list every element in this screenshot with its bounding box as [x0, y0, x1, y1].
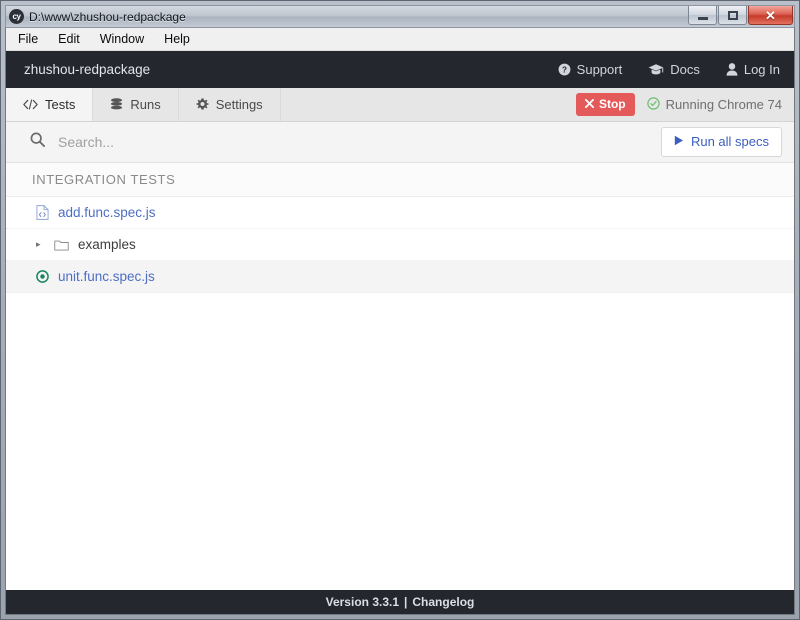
header-nav: ? Support Docs Log In: [558, 62, 780, 77]
stop-button-label: Stop: [598, 97, 626, 111]
spec-row-add-func[interactable]: add.func.spec.js: [6, 197, 794, 229]
app-footer: Version 3.3.1 | Changelog: [6, 590, 794, 614]
browser-status[interactable]: Running Chrome 74: [646, 96, 782, 113]
maximize-icon: [727, 10, 738, 20]
app-header: zhushou-redpackage ? Support Docs Log In: [6, 51, 794, 88]
question-circle-icon: ?: [558, 63, 571, 76]
file-code-icon: [36, 205, 49, 220]
search-icon: [30, 132, 45, 152]
user-icon: [726, 63, 738, 76]
menu-bar: File Edit Window Help: [6, 28, 794, 51]
browser-status-label: Running Chrome 74: [665, 97, 782, 112]
tab-runs[interactable]: Runs: [93, 88, 179, 121]
play-icon: [674, 134, 684, 149]
graduation-cap-icon: [648, 63, 664, 76]
running-dot-icon: [36, 270, 49, 283]
chevron-right-icon[interactable]: ▸: [36, 240, 45, 249]
window-titlebar[interactable]: cy D:\www\zhushou-redpackage ✕: [5, 5, 795, 27]
app-root: cy D:\www\zhushou-redpackage ✕ File Edit: [0, 0, 800, 620]
menu-item-window[interactable]: Window: [95, 30, 153, 49]
spec-row-label: add.func.spec.js: [58, 205, 156, 220]
spec-row-unit-func[interactable]: unit.func.spec.js: [6, 261, 794, 293]
tab-label: Settings: [215, 97, 263, 112]
spec-toolbar: Run all specs: [6, 122, 794, 163]
header-link-label: Support: [576, 62, 623, 77]
code-icon: [23, 99, 38, 110]
tab-settings[interactable]: Settings: [179, 88, 281, 121]
gear-icon: [196, 98, 209, 111]
menu-item-help[interactable]: Help: [159, 30, 199, 49]
svg-text:?: ?: [562, 65, 567, 74]
minimize-icon: [697, 16, 708, 20]
close-icon: [584, 97, 594, 111]
close-button[interactable]: ✕: [748, 6, 793, 25]
tab-label: Runs: [130, 97, 161, 112]
tab-tests[interactable]: Tests: [6, 88, 94, 121]
check-circle-icon: [646, 96, 660, 113]
spec-row-label: unit.func.spec.js: [58, 269, 155, 284]
menu-item-edit[interactable]: Edit: [53, 30, 89, 49]
cypress-logo-icon: cy: [9, 9, 24, 24]
close-icon: ✕: [765, 7, 776, 23]
os-window: cy D:\www\zhushou-redpackage ✕ File Edit: [0, 0, 800, 620]
spec-row-label: examples: [78, 237, 136, 252]
minimize-button[interactable]: [688, 6, 717, 25]
window-controls: ✕: [688, 6, 793, 25]
spec-row-examples-folder[interactable]: ▸ examples: [6, 229, 794, 261]
project-name: zhushou-redpackage: [24, 62, 151, 77]
window-title: D:\www\zhushou-redpackage: [29, 9, 186, 24]
run-controls: Stop Running Chrome 74: [575, 88, 782, 121]
run-all-specs-label: Run all specs: [690, 134, 769, 149]
search-input[interactable]: [56, 133, 420, 151]
changelog-link[interactable]: Changelog: [412, 595, 474, 609]
header-link-label: Log In: [743, 62, 780, 77]
spec-list: INTEGRATION TESTS add.func.spec.js ▸ exa…: [6, 163, 794, 590]
folder-icon: [54, 239, 69, 251]
header-link-label: Docs: [670, 62, 700, 77]
header-link-docs[interactable]: Docs: [648, 62, 700, 77]
footer-separator: |: [404, 595, 408, 609]
run-all-specs-button[interactable]: Run all specs: [660, 127, 782, 157]
spec-group-header: INTEGRATION TESTS: [6, 163, 794, 197]
tab-list: Tests Runs Settings: [6, 88, 281, 121]
window-client-area: File Edit Window Help zhushou-redpackage…: [5, 27, 795, 615]
database-icon: [110, 98, 123, 111]
menu-item-file[interactable]: File: [13, 30, 47, 49]
header-link-support[interactable]: ? Support: [558, 62, 623, 77]
tab-label: Tests: [45, 97, 76, 112]
version-label: Version 3.3.1: [325, 595, 400, 609]
maximize-button[interactable]: [718, 6, 747, 25]
stop-button[interactable]: Stop: [575, 93, 635, 116]
tab-bar: Tests Runs Settings Stop Running Chrome …: [6, 88, 794, 122]
search-container: [30, 132, 661, 152]
header-link-login[interactable]: Log In: [726, 62, 780, 77]
